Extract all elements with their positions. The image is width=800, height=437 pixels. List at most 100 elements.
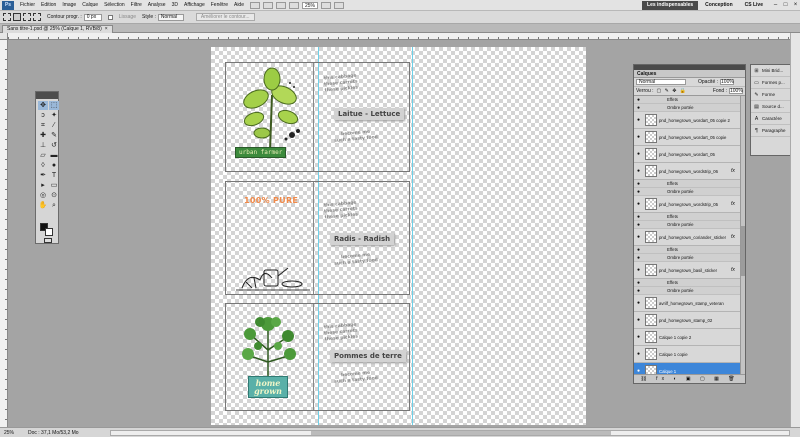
blur-tool-icon[interactable]: ◊ xyxy=(38,161,48,170)
feather-input[interactable]: 0 px xyxy=(83,13,102,21)
menu-image[interactable]: Image xyxy=(59,2,79,8)
layer-effect-row[interactable]: ● Effets xyxy=(634,246,741,254)
background-color-swatch[interactable] xyxy=(45,228,53,236)
new-selection-icon[interactable] xyxy=(13,13,21,21)
tools-panel-header[interactable] xyxy=(36,92,58,99)
layer-row[interactable]: ● pnd_homegrown_wordart_05 xyxy=(634,146,741,163)
menu-edition[interactable]: Edition xyxy=(38,2,59,8)
status-zoom[interactable]: 25% xyxy=(4,430,24,436)
brush-tool-icon[interactable]: ✎ xyxy=(49,131,59,140)
minimize-icon[interactable]: – xyxy=(771,1,780,10)
refine-edge-button[interactable]: Améliorer le contour... xyxy=(195,13,255,21)
document-horizontal-scrollbar[interactable] xyxy=(110,430,790,436)
zoom-level[interactable]: 25% xyxy=(302,1,319,9)
marquee-tool-icon[interactable] xyxy=(3,13,11,21)
crop-tool-icon[interactable]: ⌗ xyxy=(38,121,48,130)
workspace-essentials[interactable]: Les indispensables xyxy=(642,1,699,10)
minibridge-icon[interactable] xyxy=(263,1,273,9)
screen-mode-icon[interactable] xyxy=(321,1,332,9)
subtract-selection-icon[interactable] xyxy=(33,13,41,21)
layer-row[interactable]: ● Calque 1 copie 2 xyxy=(634,329,741,346)
document-tab[interactable]: Sans titre-1.psd @ 25% (Calque 1, RVB/8)… xyxy=(2,25,113,33)
visibility-eye-icon[interactable]: ● xyxy=(634,288,643,294)
menu-fichier[interactable]: Fichier xyxy=(17,2,38,8)
type-tool-icon[interactable]: T xyxy=(49,171,59,180)
visibility-eye-icon[interactable]: ● xyxy=(634,247,643,253)
visibility-eye-icon[interactable]: ● xyxy=(634,151,643,157)
layer-row[interactable]: ● pnd_homegrown_coriander_sticker fx xyxy=(634,229,741,246)
ruler-corner[interactable] xyxy=(0,33,8,40)
menu-filtre[interactable]: Filtre xyxy=(128,2,145,8)
visibility-eye-icon[interactable]: ● xyxy=(634,181,643,187)
layers-scroll-thumb[interactable] xyxy=(741,226,745,276)
eyedropper-icon[interactable]: ⁄ xyxy=(49,121,59,130)
visibility-eye-icon[interactable]: ● xyxy=(634,317,643,323)
menu-selection[interactable]: Sélection xyxy=(101,2,128,8)
fill-input[interactable]: 100% xyxy=(729,88,743,94)
menu-affichage[interactable]: Affichage xyxy=(181,2,208,8)
move-tool-icon[interactable]: ✥ xyxy=(38,101,48,110)
marquee-tool-icon[interactable]: ⬚ xyxy=(49,101,59,110)
quick-mask-icon[interactable] xyxy=(44,238,52,243)
collapsed-panel-item[interactable]: ▤ Source d... xyxy=(751,101,791,113)
collapsed-panel-item[interactable]: ▭ Formes p... xyxy=(751,77,791,89)
visibility-eye-icon[interactable]: ● xyxy=(634,214,643,220)
3d-camera-icon[interactable]: ⊙ xyxy=(49,191,59,200)
layer-effect-row[interactable]: ● Effets xyxy=(634,213,741,221)
visibility-eye-icon[interactable]: ● xyxy=(634,334,643,340)
healing-brush-icon[interactable]: ✚ xyxy=(38,131,48,140)
hand-tool-icon[interactable]: ✋ xyxy=(38,201,48,210)
vertical-ruler[interactable] xyxy=(0,40,8,427)
collapsed-panel-item[interactable]: A Caractère xyxy=(751,113,791,125)
visibility-eye-icon[interactable]: ● xyxy=(634,117,643,123)
visibility-eye-icon[interactable]: ● xyxy=(634,222,643,228)
horizontal-ruler[interactable] xyxy=(8,33,790,40)
shape-tool-icon[interactable]: ▭ xyxy=(49,181,59,190)
bridge-icon[interactable] xyxy=(250,1,260,9)
layer-effect-row[interactable]: ● Effets xyxy=(634,180,741,188)
visibility-eye-icon[interactable]: ● xyxy=(634,300,643,306)
layers-scrollbar[interactable] xyxy=(740,96,745,376)
menu-calque[interactable]: Calque xyxy=(79,2,101,8)
document-vertical-scrollbar[interactable] xyxy=(790,33,800,427)
lasso-tool-icon[interactable]: ↄ xyxy=(38,111,48,120)
visibility-eye-icon[interactable]: ● xyxy=(634,189,643,195)
path-select-icon[interactable]: ▸ xyxy=(38,181,48,190)
collapsed-panel-item[interactable]: ¶ Paragraphe xyxy=(751,125,791,137)
opacity-input[interactable]: 100% xyxy=(720,79,735,85)
layer-row[interactable]: ● pnd_homegrown_wordart_05 copie xyxy=(634,129,741,146)
magic-wand-icon[interactable]: ✦ xyxy=(49,111,59,120)
layer-row[interactable]: ● avrilf_homegrown_stamp_veteran xyxy=(634,295,741,312)
visibility-eye-icon[interactable]: ● xyxy=(634,134,643,140)
maximize-icon[interactable]: □ xyxy=(781,1,790,10)
eraser-icon[interactable]: ▱ xyxy=(38,151,48,160)
history-brush-icon[interactable]: ↺ xyxy=(49,141,59,150)
layer-effect-row[interactable]: ● Ombre portée xyxy=(634,188,741,196)
layers-tab[interactable]: Calques xyxy=(634,70,745,78)
arrange-docs-icon[interactable] xyxy=(334,1,345,9)
close-icon[interactable]: × xyxy=(791,1,800,10)
layer-effect-row[interactable]: ● Ombre portée xyxy=(634,221,741,229)
layer-row[interactable]: ● pnd_homegrown_stamp_02 xyxy=(634,312,741,329)
layer-row[interactable]: ● pnd_homegrown_wordstrip_05 fx xyxy=(634,196,741,213)
menu-aide[interactable]: Aide xyxy=(231,2,247,8)
workspace-design[interactable]: Conception xyxy=(700,1,738,10)
zoom-tool-icon[interactable] xyxy=(289,1,299,9)
gradient-icon[interactable]: ▬ xyxy=(49,151,59,160)
pen-tool-icon[interactable]: ✒ xyxy=(38,171,48,180)
blend-mode-select[interactable]: Normal xyxy=(636,79,686,85)
dodge-tool-icon[interactable]: ● xyxy=(49,161,59,170)
visibility-eye-icon[interactable]: ● xyxy=(634,105,643,111)
visibility-eye-icon[interactable]: ● xyxy=(634,255,643,261)
visibility-eye-icon[interactable]: ● xyxy=(634,201,643,207)
visibility-eye-icon[interactable]: ● xyxy=(634,351,643,357)
cs-live-button[interactable]: CS Live xyxy=(739,1,768,10)
hand-tool-icon[interactable] xyxy=(276,1,286,9)
zoom-tool-icon[interactable]: ⌕ xyxy=(49,201,59,210)
horizontal-scroll-thumb[interactable] xyxy=(311,431,611,435)
collapsed-panel-item[interactable]: ✎ Forme xyxy=(751,89,791,101)
layer-effect-row[interactable]: ● Effets xyxy=(634,279,741,287)
menu-3d[interactable]: 3D xyxy=(169,2,181,8)
status-doc-size[interactable]: Doc : 37,1 Mo/53,2 Mo xyxy=(28,430,79,436)
add-selection-icon[interactable] xyxy=(23,13,31,21)
